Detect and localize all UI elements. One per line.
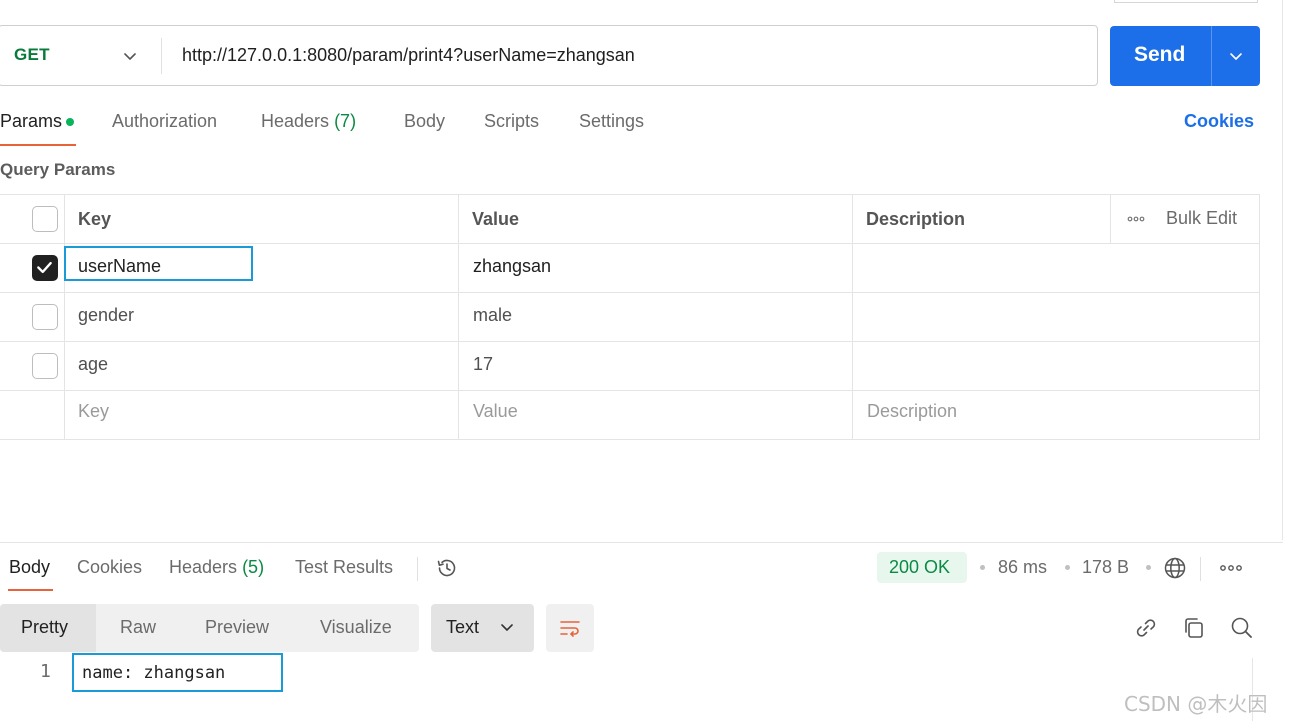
query-params-title: Query Params [0, 160, 116, 179]
tab-body[interactable]: Body [404, 111, 445, 132]
response-tab-test-results[interactable]: Test Results [295, 557, 393, 578]
params-active-dot [66, 118, 74, 126]
response-tab-headers-count: (5) [242, 557, 265, 577]
new-description-input[interactable]: Description [867, 401, 957, 422]
query-params-table [0, 194, 1260, 440]
url-input[interactable]: http://127.0.0.1:8080/param/print4?userN… [182, 45, 635, 66]
table-divider [0, 341, 1260, 342]
new-value-input[interactable]: Value [473, 401, 518, 422]
column-description-header: Description [866, 209, 966, 229]
column-key-header: Key [78, 209, 112, 229]
globe-icon[interactable] [1163, 556, 1187, 580]
param-value[interactable]: male [473, 305, 512, 326]
table-divider [0, 292, 1260, 293]
tab-headers-label: Headers [261, 111, 330, 131]
history-icon[interactable] [435, 556, 459, 580]
row-checkbox[interactable] [32, 304, 58, 330]
table-divider [0, 390, 1260, 391]
more-options-icon[interactable] [1127, 210, 1145, 228]
meta-separator [1146, 565, 1151, 570]
meta-separator [1065, 565, 1070, 570]
table-divider [0, 243, 1260, 244]
method-select[interactable]: GET [14, 45, 50, 65]
response-size[interactable]: 178 B [1082, 557, 1129, 578]
chevron-down-icon[interactable] [499, 619, 515, 635]
send-options-chevron-icon[interactable] [1228, 48, 1244, 64]
param-key[interactable]: gender [78, 305, 134, 326]
format-visualize-button[interactable]: Visualize [320, 617, 392, 638]
tab-headers-count: (7) [334, 111, 357, 131]
panel-right-border [1282, 0, 1283, 540]
line-number: 1 [40, 661, 51, 682]
response-divider [0, 542, 1283, 543]
response-time[interactable]: 86 ms [998, 557, 1047, 578]
format-preview-button[interactable]: Preview [205, 617, 269, 638]
column-value-header: Value [472, 209, 520, 229]
tab-scripts[interactable]: Scripts [484, 111, 539, 132]
tab-authorization[interactable]: Authorization [112, 111, 217, 132]
param-key[interactable]: age [78, 354, 108, 375]
response-tab-headers-label: Headers [169, 557, 238, 577]
tab-settings[interactable]: Settings [579, 111, 644, 132]
tab-params[interactable]: Params [0, 111, 62, 132]
meta-separator [980, 565, 985, 570]
response-tab-body[interactable]: Body [9, 557, 50, 578]
cookies-link[interactable]: Cookies [1184, 111, 1254, 132]
table-column-divider [64, 194, 65, 440]
send-divider [1211, 26, 1212, 86]
url-divider [161, 38, 162, 74]
meta-divider [1200, 557, 1201, 581]
new-key-input[interactable]: Key [78, 401, 109, 422]
bulk-edit-button[interactable]: Bulk Edit [1166, 208, 1237, 229]
param-value[interactable]: zhangsan [473, 256, 551, 277]
top-toolbar-stub [1114, 0, 1258, 3]
chevron-down-icon[interactable] [122, 48, 138, 64]
format-pretty-button[interactable]: Pretty [21, 617, 68, 638]
more-options-icon[interactable] [1219, 562, 1243, 574]
table-column-divider [852, 194, 853, 440]
text-type-label[interactable]: Text [446, 617, 479, 638]
param-key[interactable]: userName [78, 256, 161, 277]
table-column-divider [1110, 194, 1111, 243]
send-button-label[interactable]: Send [1134, 43, 1185, 67]
select-all-checkbox[interactable] [32, 206, 58, 232]
response-tab-headers[interactable]: Headers (5) [169, 557, 264, 578]
tab-params-underline [0, 144, 76, 146]
tabs-divider [417, 557, 418, 581]
format-raw-button[interactable]: Raw [120, 617, 156, 638]
tab-headers[interactable]: Headers (7) [261, 111, 356, 132]
table-column-divider [458, 194, 459, 440]
param-value[interactable]: 17 [473, 354, 493, 375]
response-tab-underline [8, 589, 53, 591]
copy-icon[interactable] [1181, 615, 1207, 641]
search-icon[interactable] [1229, 615, 1255, 641]
link-icon[interactable] [1133, 615, 1159, 641]
wrap-lines-icon[interactable] [558, 616, 582, 640]
status-code[interactable]: 200 OK [889, 557, 950, 578]
response-body-line[interactable]: name: zhangsan [82, 663, 225, 683]
check-icon [37, 261, 52, 274]
response-tab-cookies[interactable]: Cookies [77, 557, 142, 578]
watermark: CSDN @木火因 [1124, 692, 1268, 716]
row-checkbox[interactable] [32, 255, 58, 281]
row-checkbox[interactable] [32, 353, 58, 379]
